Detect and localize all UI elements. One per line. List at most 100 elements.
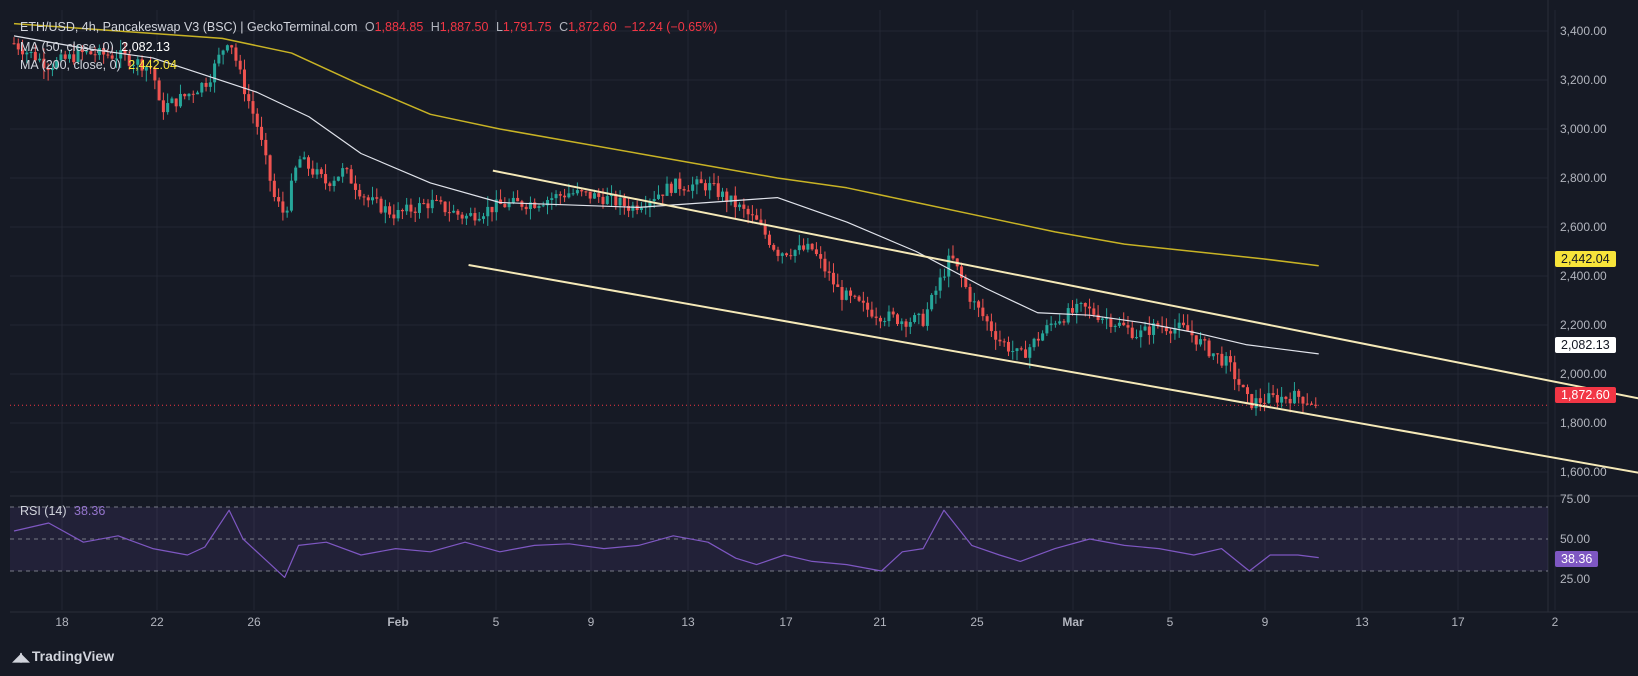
candle-body <box>460 214 464 219</box>
candle-body <box>242 69 246 95</box>
ma50-value: 2,082.13 <box>121 40 170 54</box>
candle-body <box>170 98 174 104</box>
candle-body <box>208 82 212 87</box>
low-label: L <box>495 20 503 34</box>
candle-body <box>904 321 908 327</box>
candle-body <box>213 63 217 83</box>
candle-body <box>712 183 716 185</box>
candle-body <box>1006 341 1010 352</box>
candle-body <box>452 210 456 213</box>
candle-body <box>1263 402 1267 404</box>
candle-body <box>695 179 699 185</box>
rsi-value: 38.36 <box>74 504 106 518</box>
candle-body <box>396 209 400 219</box>
rsi-tick-label: 75.00 <box>1560 492 1590 506</box>
candle-body <box>490 206 494 213</box>
candle-body <box>1241 384 1245 388</box>
candle-body <box>1267 393 1271 404</box>
candle-body <box>1122 322 1126 326</box>
candle-body <box>1066 308 1070 323</box>
candle-body <box>878 317 882 322</box>
candle-body <box>605 196 609 204</box>
candle-body <box>942 276 946 278</box>
candle-body <box>1181 322 1185 326</box>
price-tick-label: 1,800.00 <box>1560 416 1607 430</box>
candle-body <box>255 113 259 127</box>
candle-body <box>981 307 985 317</box>
candle-body <box>1220 353 1224 366</box>
candle-body <box>178 93 182 107</box>
rsi-label: RSI (14) <box>20 504 67 518</box>
candle-body <box>426 203 430 209</box>
candle-body <box>12 43 16 45</box>
candle-body <box>251 101 255 114</box>
candle-body <box>866 302 870 310</box>
rsi-legend[interactable]: RSI (14) 38.36 <box>20 504 109 518</box>
candle-body <box>1079 303 1083 305</box>
ma50-legend[interactable]: MA (50, close, 0) 2,082.13 <box>20 40 174 54</box>
rsi-tick-label: 25.00 <box>1560 572 1590 586</box>
candle-body <box>221 50 225 55</box>
candle-body <box>938 277 942 291</box>
tradingview-logo[interactable]: ◢◣ TradingView <box>12 648 114 665</box>
candle-body <box>917 313 921 316</box>
open-value: 1,884.85 <box>374 20 424 34</box>
candle-body <box>1203 339 1207 341</box>
price-tick-label: 2,200.00 <box>1560 318 1607 332</box>
price-tick-label: 2,600.00 <box>1560 220 1607 234</box>
candle-body <box>584 191 588 193</box>
candle-body <box>1284 396 1288 399</box>
candle-body <box>486 206 490 217</box>
candle-body <box>597 193 601 197</box>
candle-body <box>844 290 848 300</box>
price-tick-label: 3,400.00 <box>1560 24 1607 38</box>
candle-body <box>665 183 669 196</box>
candle-body <box>247 94 251 102</box>
candle-body <box>1100 318 1104 320</box>
candle-body <box>264 139 268 156</box>
candle-body <box>1250 394 1254 409</box>
candle-body <box>1169 331 1173 334</box>
candle-body <box>1258 398 1262 403</box>
candle-body <box>319 169 323 175</box>
time-tick-label: 22 <box>150 615 164 629</box>
candle-body <box>977 301 981 308</box>
price-tick-label: 3,200.00 <box>1560 73 1607 87</box>
candle-body <box>789 255 793 257</box>
candle-body <box>567 193 571 198</box>
candle-body <box>405 204 409 212</box>
candle-body <box>755 215 759 220</box>
candle-body <box>827 271 831 273</box>
candle-body <box>1117 322 1121 326</box>
candle-body <box>93 54 97 56</box>
symbol-title[interactable]: ETH/USD, 4h, Pancakeswap V3 (BSC) | Geck… <box>20 20 357 34</box>
candle-body <box>524 206 528 210</box>
candle-body <box>260 126 264 140</box>
candle-body <box>563 195 567 198</box>
candle-body <box>353 183 357 190</box>
candle-body <box>1237 379 1241 385</box>
candle-body <box>447 212 451 214</box>
time-tick-label: 21 <box>873 615 887 629</box>
candle-body <box>1301 396 1305 404</box>
candle-body <box>814 249 818 255</box>
candle-body <box>238 60 242 70</box>
candle-body <box>1305 403 1309 405</box>
candle-body <box>797 245 801 251</box>
candle-body <box>272 180 276 198</box>
candle-body <box>298 159 302 168</box>
candle-body <box>161 100 165 113</box>
ma200-legend[interactable]: MA (200, close, 0) 2,442.04 <box>20 58 181 72</box>
candle-body <box>464 215 468 219</box>
candle-body <box>1233 362 1237 380</box>
candle-body <box>802 245 806 250</box>
price-tick-label: 2,800.00 <box>1560 171 1607 185</box>
candle-body <box>699 179 703 184</box>
candle-body <box>750 214 754 216</box>
time-tick-label: 18 <box>55 615 69 629</box>
time-tick-label: 9 <box>588 615 595 629</box>
candle-body <box>622 197 626 206</box>
candle-body <box>836 284 840 288</box>
price-chart[interactable]: 3,400.00 3,200.00 3,000.00 2,800.00 2,600.00… <box>0 0 1638 676</box>
candle-body <box>746 208 750 215</box>
